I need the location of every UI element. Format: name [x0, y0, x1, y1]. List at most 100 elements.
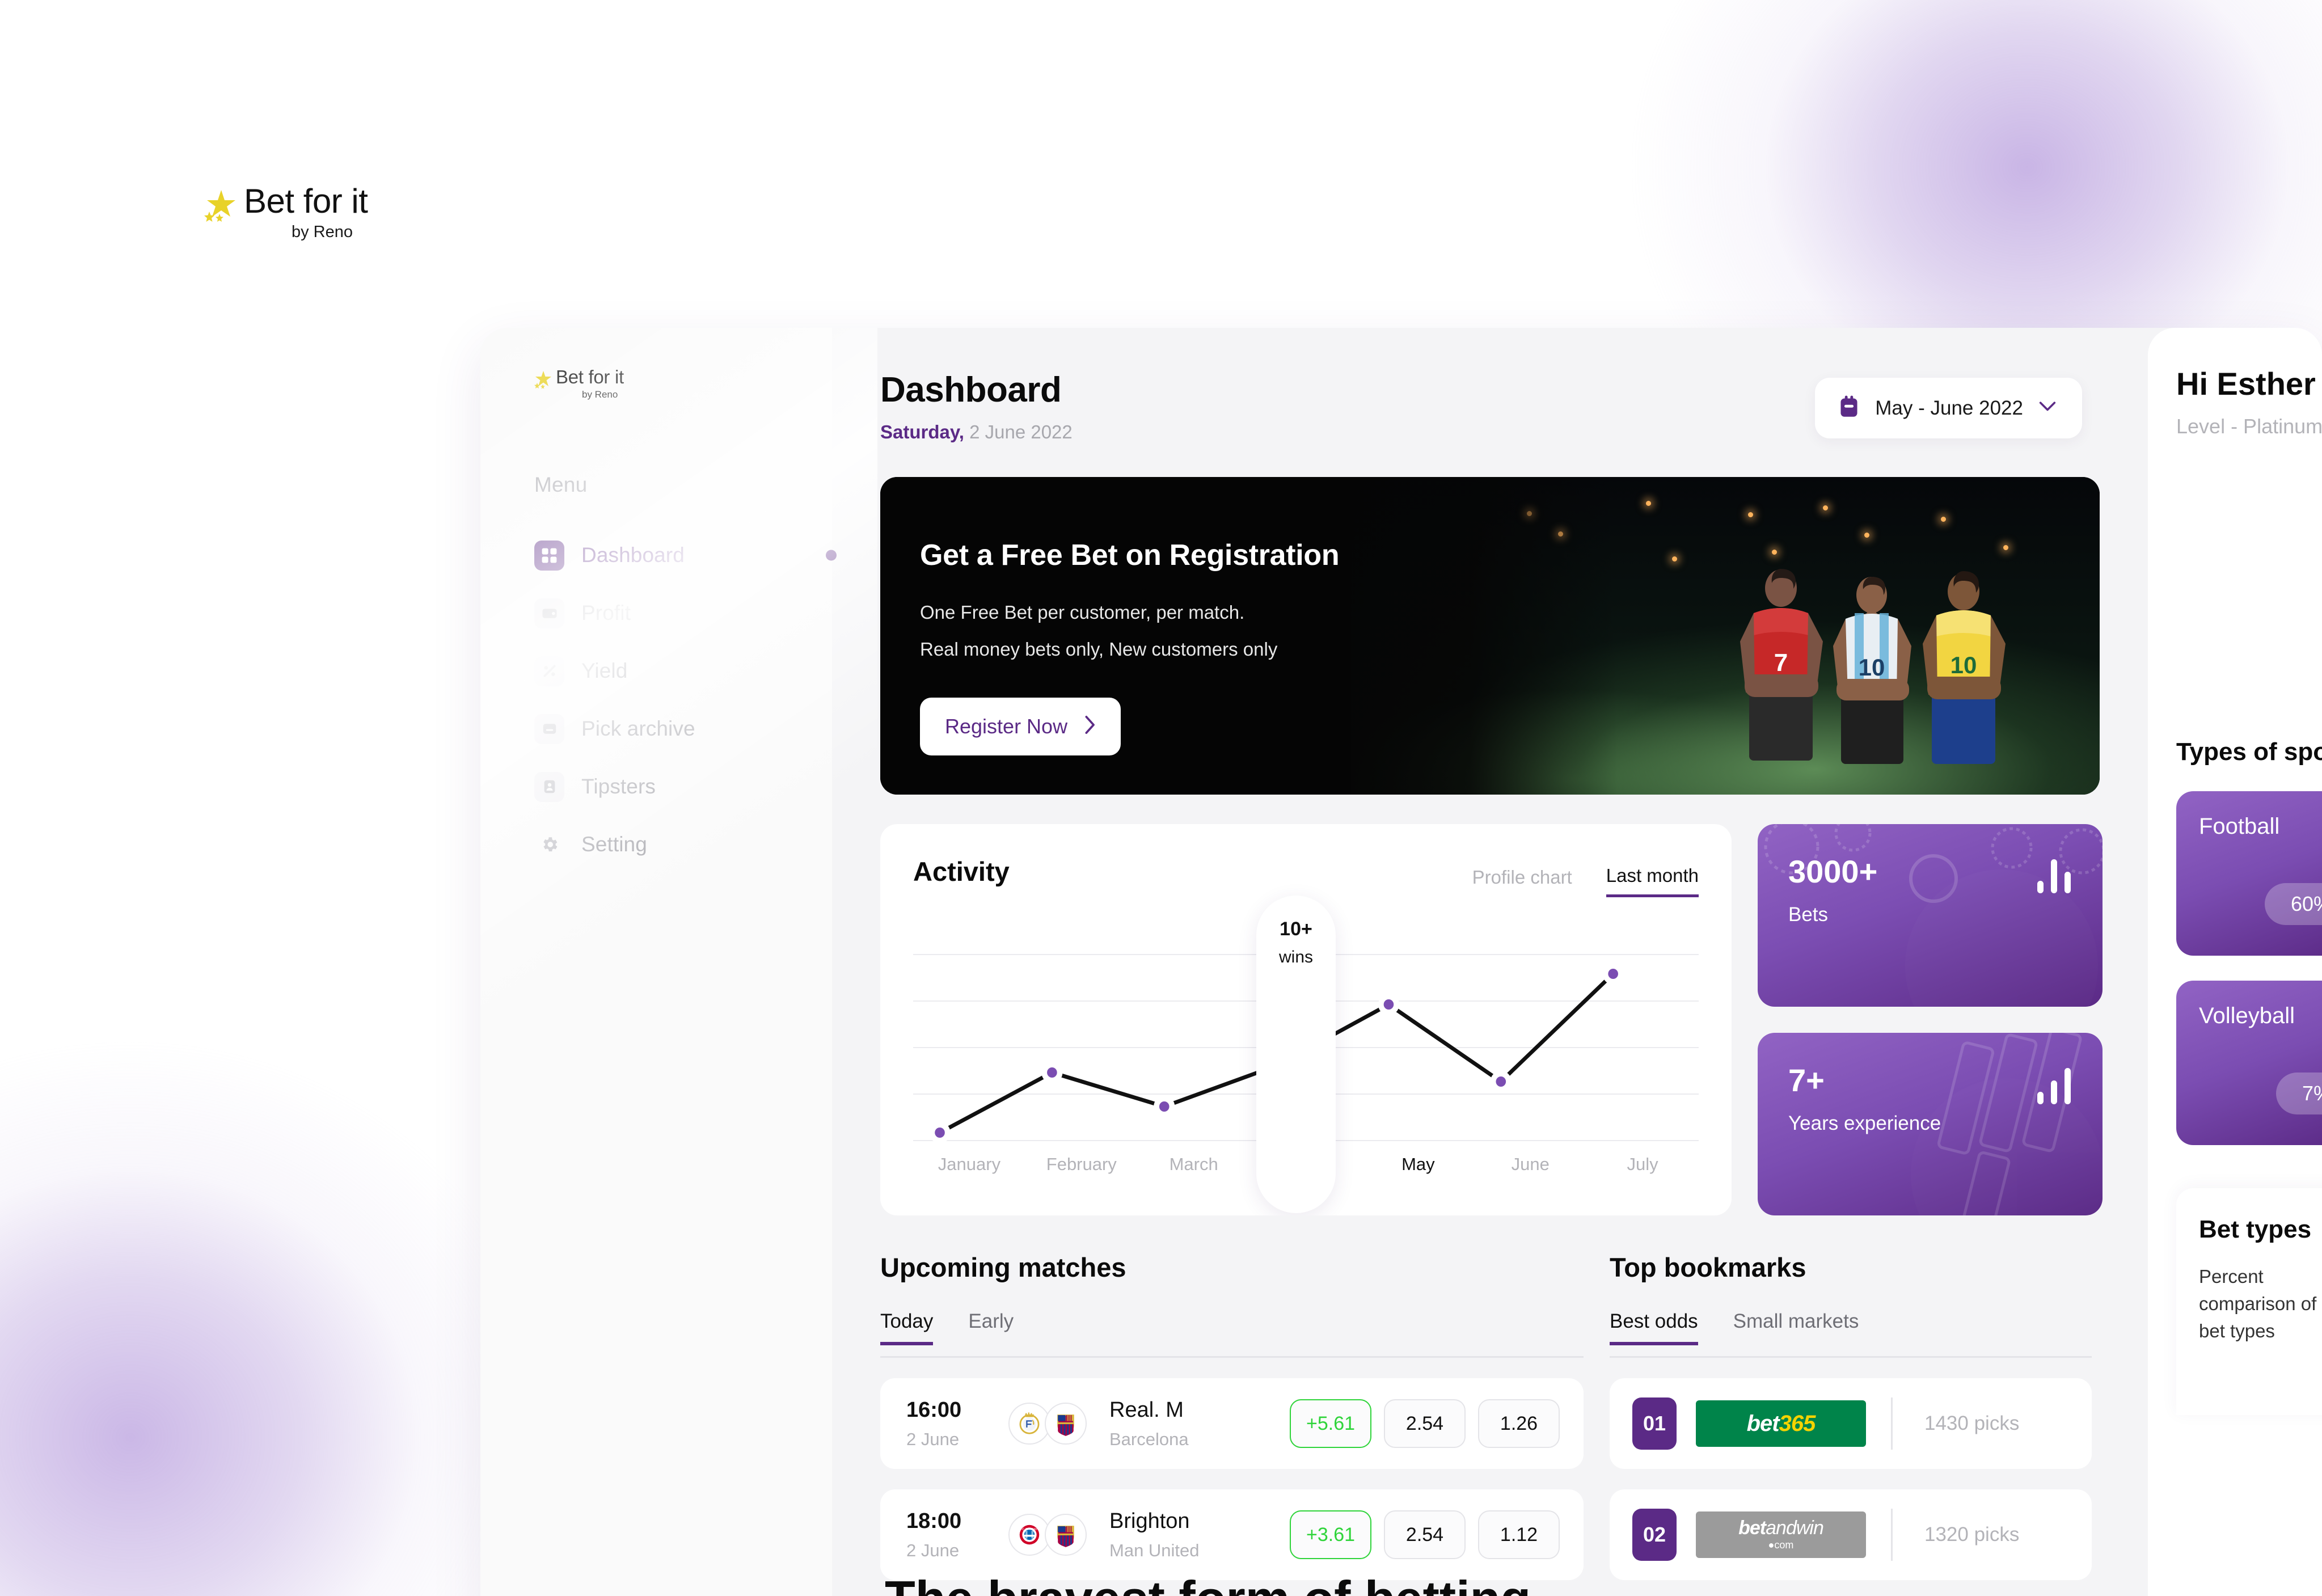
table-row[interactable]: 16:00 2 June Real. M Barcelona +5.61 2.5…	[880, 1378, 1584, 1469]
sidebar: Bet for it by Reno Menu Dashboard Profit…	[480, 328, 877, 1596]
list-item[interactable]: 02 betandwin ●com 1320 picks	[1610, 1489, 2092, 1580]
home-team: Real. M	[1109, 1397, 1184, 1422]
tab-best-odds[interactable]: Best odds	[1610, 1310, 1698, 1345]
sidebar-item-setting[interactable]: Setting	[480, 816, 832, 873]
sidebar-item-label: Dashboard	[581, 543, 685, 567]
app-window: Bet for it by Reno Menu Dashboard Profit…	[480, 328, 2322, 1596]
bookmark-rank: 02	[1632, 1509, 1677, 1561]
chart-tooltip-may: 10+ wins	[1256, 896, 1336, 1213]
match-date: 2 June	[906, 1429, 960, 1449]
chart-x-label-active: May	[1401, 1154, 1435, 1174]
tab-profile-chart[interactable]: Profile chart	[1472, 867, 1572, 896]
betandwin-logo: betandwin ●com	[1696, 1511, 1866, 1558]
sport-card-volleyball[interactable]: Volleyball 7%	[2176, 981, 2322, 1145]
sidebar-nav: Dashboard Profit Yield Pick archive Tips…	[480, 526, 837, 873]
chart-x-label: January	[938, 1154, 1001, 1174]
activity-and-stats-row: Activity Profile chart Last month 10+ wi…	[880, 824, 2103, 1215]
grid-icon	[534, 540, 564, 571]
page-date-day: Saturday,	[880, 421, 964, 442]
barcelona-crest	[1045, 1514, 1087, 1556]
chart-x-label: February	[1046, 1154, 1117, 1174]
players-illustration: 7 10 10	[1740, 569, 2006, 764]
match-date: 2 June	[906, 1540, 960, 1560]
odd-chip[interactable]: 1.12	[1478, 1510, 1560, 1559]
odd-chip[interactable]: +5.61	[1290, 1399, 1371, 1448]
odd-chip[interactable]: 2.54	[1384, 1510, 1466, 1559]
match-time: 16:00	[906, 1397, 962, 1422]
background-blob-bottom-left	[0, 1040, 556, 1596]
sidebar-item-pick-archive[interactable]: Pick archive	[480, 700, 832, 758]
matches-tabs: Today Early	[880, 1310, 1584, 1358]
page-date: Saturday, 2 June 2022	[880, 421, 1073, 443]
date-range-value: May - June 2022	[1875, 396, 2023, 419]
svg-text:7: 7	[1774, 649, 1788, 677]
sidebar-brand-logo[interactable]: Bet for it by Reno	[534, 368, 832, 400]
tab-early[interactable]: Early	[968, 1310, 1014, 1345]
banner-line-2: Real money bets only, New customers only	[920, 639, 1278, 660]
odd-chip[interactable]: 1.26	[1478, 1399, 1560, 1448]
page-header: Dashboard Saturday, 2 June 2022 May - Ju…	[880, 370, 2103, 443]
chart-tooltip-value: 10+	[1280, 918, 1312, 940]
match-odds: +3.61 2.54 1.12	[1290, 1510, 1560, 1559]
away-team: Man United	[1109, 1540, 1200, 1560]
calendar-icon	[1838, 395, 1860, 421]
bet-types-subtitle: Percent comparison of bet types	[2199, 1266, 2317, 1341]
user-level: Level - Platinum	[2176, 415, 2322, 438]
sidebar-item-dashboard[interactable]: Dashboard	[480, 526, 837, 584]
sidebar-item-profit[interactable]: Profit	[480, 584, 832, 642]
right-panel: Hi Esther Level - Platinum Types of spor…	[2148, 328, 2322, 1596]
top-bookmarks-section: Top bookmarks Best odds Small markets 01…	[1610, 1252, 2092, 1596]
activity-chart: 10+ wins January February March April Ma…	[913, 896, 1699, 1215]
sidebar-item-yield[interactable]: Yield	[480, 642, 832, 700]
home-team: Brighton	[1109, 1509, 1190, 1533]
match-teams: Real. M Barcelona	[1109, 1398, 1290, 1450]
star-icon	[204, 189, 236, 224]
sidebar-item-label: Pick archive	[581, 717, 695, 740]
gear-icon	[534, 830, 564, 860]
bar-chart-icon	[2037, 859, 2071, 893]
sidebar-item-label: Tipsters	[581, 775, 656, 798]
bet-types-card: Bet types Percent comparison of bet type…	[2176, 1188, 2322, 1415]
chart-x-label: March	[1169, 1154, 1218, 1174]
odd-chip[interactable]: 2.54	[1384, 1399, 1466, 1448]
svg-text:FC BAYERN: FC BAYERN	[1020, 1528, 1038, 1531]
sidebar-item-label: Setting	[581, 833, 647, 856]
odd-chip[interactable]: +3.61	[1290, 1510, 1371, 1559]
stat-card-bets: 3000+ Bets	[1758, 824, 2103, 1007]
tab-last-month[interactable]: Last month	[1606, 865, 1699, 897]
brand-tagline: by Reno	[292, 223, 353, 241]
sport-card-football[interactable]: Football 60%	[2176, 791, 2322, 956]
real-madrid-crest	[1008, 1403, 1050, 1445]
sidebar-item-tipsters[interactable]: Tipsters	[480, 758, 832, 816]
percent-icon	[534, 656, 564, 686]
sidebar-brand-name: Bet for it	[556, 366, 624, 387]
list-item[interactable]: 01 bet 365 1430 picks	[1610, 1378, 2092, 1469]
sidebar-menu-heading: Menu	[534, 473, 588, 496]
stat-cards: 3000+ Bets 7+ Years experience	[1758, 824, 2103, 1215]
activity-card: Activity Profile chart Last month 10+ wi…	[880, 824, 1732, 1215]
tab-today[interactable]: Today	[880, 1310, 934, 1345]
brand-name: Bet for it	[244, 182, 368, 220]
top-bookmarks-title: Top bookmarks	[1610, 1252, 1806, 1282]
stat-card-experience: 7+ Years experience	[1758, 1033, 2103, 1215]
register-now-label: Register Now	[945, 714, 1068, 738]
archive-icon	[534, 713, 564, 744]
barcelona-crest	[1045, 1403, 1087, 1445]
chart-tooltip-label: wins	[1278, 948, 1313, 966]
chevron-down-icon[interactable]	[2038, 400, 2057, 416]
star-icon	[534, 370, 551, 390]
sport-name: Volleyball	[2199, 1003, 2295, 1028]
types-of-sport-title: Types of sport	[2176, 738, 2322, 766]
bookmark-picks: 1320 picks	[1924, 1523, 2020, 1546]
user-greeting: Hi Esther	[2176, 366, 2316, 402]
bet-types-title: Bet types	[2199, 1215, 2312, 1243]
page-title: Dashboard	[880, 370, 1062, 409]
svg-text:10: 10	[1859, 654, 1885, 681]
table-row[interactable]: 18:00 2 June FC BAYERN Brighton Man Unit…	[880, 1489, 1584, 1580]
activity-title: Activity	[913, 856, 1010, 886]
sidebar-brand-tagline: by Reno	[582, 389, 618, 400]
register-now-button[interactable]: Register Now	[920, 697, 1121, 755]
tab-small-markets[interactable]: Small markets	[1733, 1310, 1859, 1345]
match-odds: +5.61 2.54 1.26	[1290, 1399, 1560, 1448]
date-range-picker[interactable]: May - June 2022	[1815, 378, 2082, 438]
